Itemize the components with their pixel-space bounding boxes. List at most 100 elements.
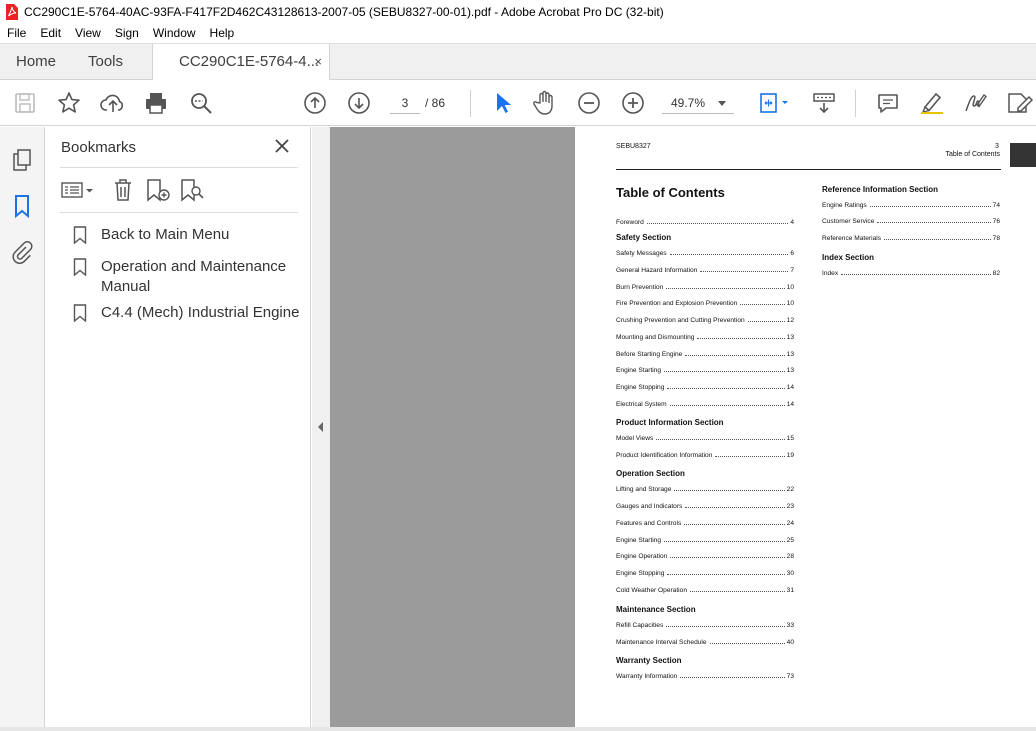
toc-entry[interactable]: Engine Stopping 14 <box>616 384 794 391</box>
toc-entry[interactable]: Crushing Prevention and Cutting Preventi… <box>616 317 794 324</box>
toc-entry-title: Burn Prevention <box>616 284 664 291</box>
new-bookmark-icon[interactable] <box>145 177 171 203</box>
toc-entry-title: Cold Weather Operation <box>616 587 687 594</box>
page-thumbnails-icon[interactable] <box>10 147 34 173</box>
toc-entry-title: Gauges and Indicators <box>616 503 683 510</box>
sign-icon[interactable] <box>962 90 988 116</box>
bookmark-label: Operation and Maintenance Manual <box>101 258 287 295</box>
toc-entry[interactable]: Fire Prevention and Explosion Prevention… <box>616 300 794 307</box>
zoom-level-dropdown[interactable]: 49.7% <box>662 92 734 114</box>
toc-entry-title: Reference Materials <box>822 235 882 242</box>
menu-help[interactable]: Help <box>203 23 242 43</box>
upload-icon[interactable] <box>100 90 126 116</box>
page-header-page-number: 3 <box>995 143 999 150</box>
toolbar-divider <box>470 90 471 117</box>
toc-entry-page: 82 <box>992 270 1000 277</box>
toc-entry[interactable]: Maintenance Interval Schedule 40 <box>616 639 794 646</box>
toc-entry-title: Crushing Prevention and Cutting Preventi… <box>616 317 745 324</box>
menu-file[interactable]: File <box>0 23 33 43</box>
toc-entry[interactable]: Engine Operation 28 <box>616 553 794 560</box>
zoom-out-icon[interactable] <box>576 90 602 116</box>
toc-entry-page: 13 <box>786 367 794 374</box>
toc-entry-title: Fire Prevention and Explosion Prevention <box>616 300 738 307</box>
toc-entry-title: Model Views <box>616 435 654 442</box>
toc-entry[interactable]: Cold Weather Operation 31 <box>616 587 794 594</box>
tab-tools[interactable]: Tools <box>88 44 123 80</box>
toc-entry-title: Engine Ratings <box>822 202 867 209</box>
edit-icon[interactable] <box>1006 90 1036 116</box>
bookmark-item[interactable]: Operation and Maintenance Manual <box>73 257 303 297</box>
toc-entry[interactable]: Refill Capacities 33 <box>616 622 794 629</box>
toc-entry[interactable]: Engine Stopping 30 <box>616 570 794 577</box>
toc-leader-dots <box>669 405 785 406</box>
fit-page-icon[interactable] <box>756 90 792 116</box>
menu-edit[interactable]: Edit <box>33 23 68 43</box>
toc-entry[interactable]: Warranty Information 73 <box>616 673 794 680</box>
toc-leader-dots <box>697 338 785 339</box>
highlight-icon[interactable] <box>919 90 945 116</box>
bookmark-options-menu[interactable] <box>60 177 96 203</box>
toc-leader-dots <box>646 223 789 224</box>
toc-entry[interactable]: Product Identification Information 19 <box>616 452 794 459</box>
toc-entry[interactable]: Engine Starting 13 <box>616 367 794 374</box>
toc-section-heading: Safety Section <box>616 233 672 242</box>
tab-close-icon[interactable]: × <box>314 44 322 80</box>
toc-leader-dots <box>715 456 785 457</box>
toc-leader-dots <box>685 507 785 508</box>
toc-entry[interactable]: Engine Starting 25 <box>616 537 794 544</box>
menu-sign[interactable]: Sign <box>108 23 146 43</box>
toc-entry[interactable]: Reference Materials 78 <box>822 235 1000 242</box>
window-title: CC290C1E-5764-40AC-93FA-F417F2D462C43128… <box>24 4 664 19</box>
menu-view[interactable]: View <box>68 23 108 43</box>
bookmark-item[interactable]: Back to Main Menu <box>73 225 303 245</box>
panel-divider <box>60 212 298 213</box>
toc-entry[interactable]: Index 82 <box>822 270 1000 277</box>
page-number-input[interactable] <box>390 92 420 114</box>
toc-entry[interactable]: Features and Controls 24 <box>616 520 794 527</box>
hand-icon[interactable] <box>532 90 558 116</box>
toc-entry[interactable]: Model Views 15 <box>616 435 794 442</box>
attachments-icon[interactable] <box>10 239 34 265</box>
page-header-doc-number: SEBU8327 <box>616 143 651 150</box>
find-bookmark-icon[interactable] <box>179 177 205 203</box>
collapse-panel-handle[interactable] <box>312 127 330 731</box>
comment-icon[interactable] <box>875 90 901 116</box>
select-arrow-icon[interactable] <box>489 90 515 116</box>
toc-leader-dots <box>685 355 785 356</box>
close-icon[interactable] <box>273 137 291 155</box>
save-icon[interactable] <box>12 90 38 116</box>
toc-entry-title: Features and Controls <box>616 520 682 527</box>
toc-entry-title: Engine Operation <box>616 553 668 560</box>
toc-entry[interactable]: Customer Service 76 <box>822 218 1000 225</box>
page-down-icon[interactable] <box>346 90 372 116</box>
menu-window[interactable]: Window <box>146 23 203 43</box>
tab-home[interactable]: Home <box>16 44 56 80</box>
zoom-search-icon[interactable] <box>188 90 214 116</box>
page-up-icon[interactable] <box>302 90 328 116</box>
toc-entry[interactable]: Before Starting Engine 13 <box>616 351 794 358</box>
zoom-in-icon[interactable] <box>620 90 646 116</box>
toc-entry-title: Mounting and Dismounting <box>616 334 695 341</box>
toc-entry[interactable]: Engine Ratings 74 <box>822 202 1000 209</box>
toc-entry[interactable]: Mounting and Dismounting 13 <box>616 334 794 341</box>
star-icon[interactable] <box>56 90 82 116</box>
toc-leader-dots <box>700 271 789 272</box>
toc-entry-page: 6 <box>790 250 794 257</box>
chevron-down-icon <box>718 101 726 106</box>
toc-entry[interactable]: General Hazard Information 7 <box>616 267 794 274</box>
toc-entry[interactable]: Gauges and Indicators 23 <box>616 503 794 510</box>
scroll-mode-icon[interactable] <box>811 90 837 116</box>
toc-entry[interactable]: Foreword 4 <box>616 219 794 226</box>
toc-entry[interactable]: Burn Prevention 10 <box>616 284 794 291</box>
delete-bookmark-icon[interactable] <box>111 177 135 203</box>
toc-entry[interactable]: Lifting and Storage 22 <box>616 486 794 493</box>
toc-entry[interactable]: Electrical System 14 <box>616 401 794 408</box>
bookmarks-panel-icon[interactable] <box>10 193 34 219</box>
bookmark-item[interactable]: C4.4 (Mech) Industrial Engine <box>73 303 303 323</box>
print-icon[interactable] <box>143 90 169 116</box>
tab-document[interactable]: CC290C1E-5764-4... × <box>152 44 330 80</box>
chevron-left-icon <box>318 422 323 432</box>
toolbar: / 86 49.7% <box>0 80 1036 126</box>
toc-entry[interactable]: Safety Messages 6 <box>616 250 794 257</box>
document-view[interactable]: SEBU8327 3 Table of Contents Table of Co… <box>312 127 1036 731</box>
